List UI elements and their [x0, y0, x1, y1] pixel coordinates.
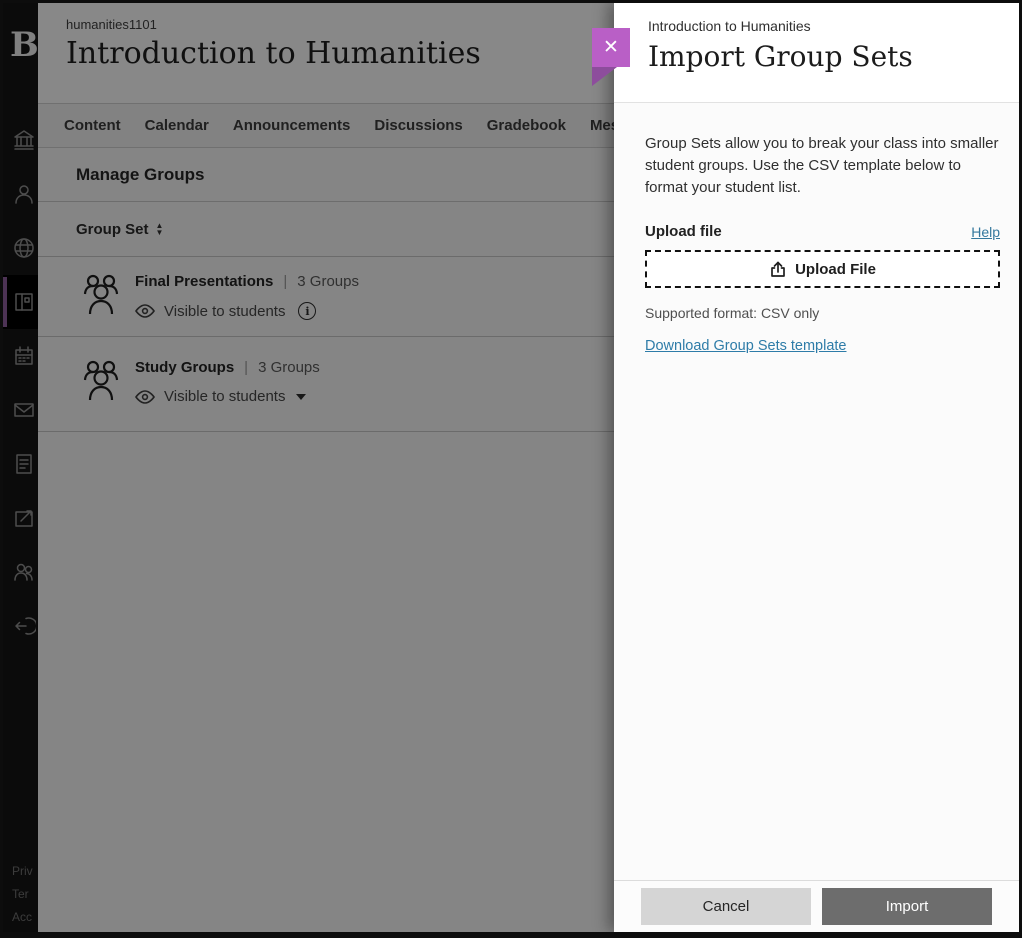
upload-icon: [769, 260, 787, 278]
import-button[interactable]: Import: [822, 888, 992, 925]
close-button[interactable]: ✕: [592, 28, 630, 67]
supported-format-text: Supported format: CSV only: [645, 305, 1000, 321]
close-button-tail: [592, 67, 617, 86]
dim-overlay[interactable]: [3, 3, 617, 932]
panel-title: Import Group Sets: [648, 40, 1001, 73]
panel-footer: Cancel Import: [614, 880, 1019, 932]
upload-file-button[interactable]: Upload File: [645, 250, 1000, 288]
close-icon: ✕: [603, 36, 619, 59]
panel-description: Group Sets allow you to break your class…: [645, 133, 1000, 199]
upload-file-label: Upload file: [645, 223, 722, 240]
import-group-sets-panel: ✕ Introduction to Humanities Import Grou…: [614, 3, 1019, 932]
panel-context: Introduction to Humanities: [648, 18, 1001, 34]
cancel-button[interactable]: Cancel: [641, 888, 811, 925]
panel-body: Group Sets allow you to break your class…: [614, 103, 1019, 355]
app-window: B: [0, 0, 1022, 938]
help-link[interactable]: Help: [971, 224, 1000, 240]
panel-header: Introduction to Humanities Import Group …: [614, 3, 1019, 103]
download-template-link[interactable]: Download Group Sets template: [645, 338, 847, 354]
